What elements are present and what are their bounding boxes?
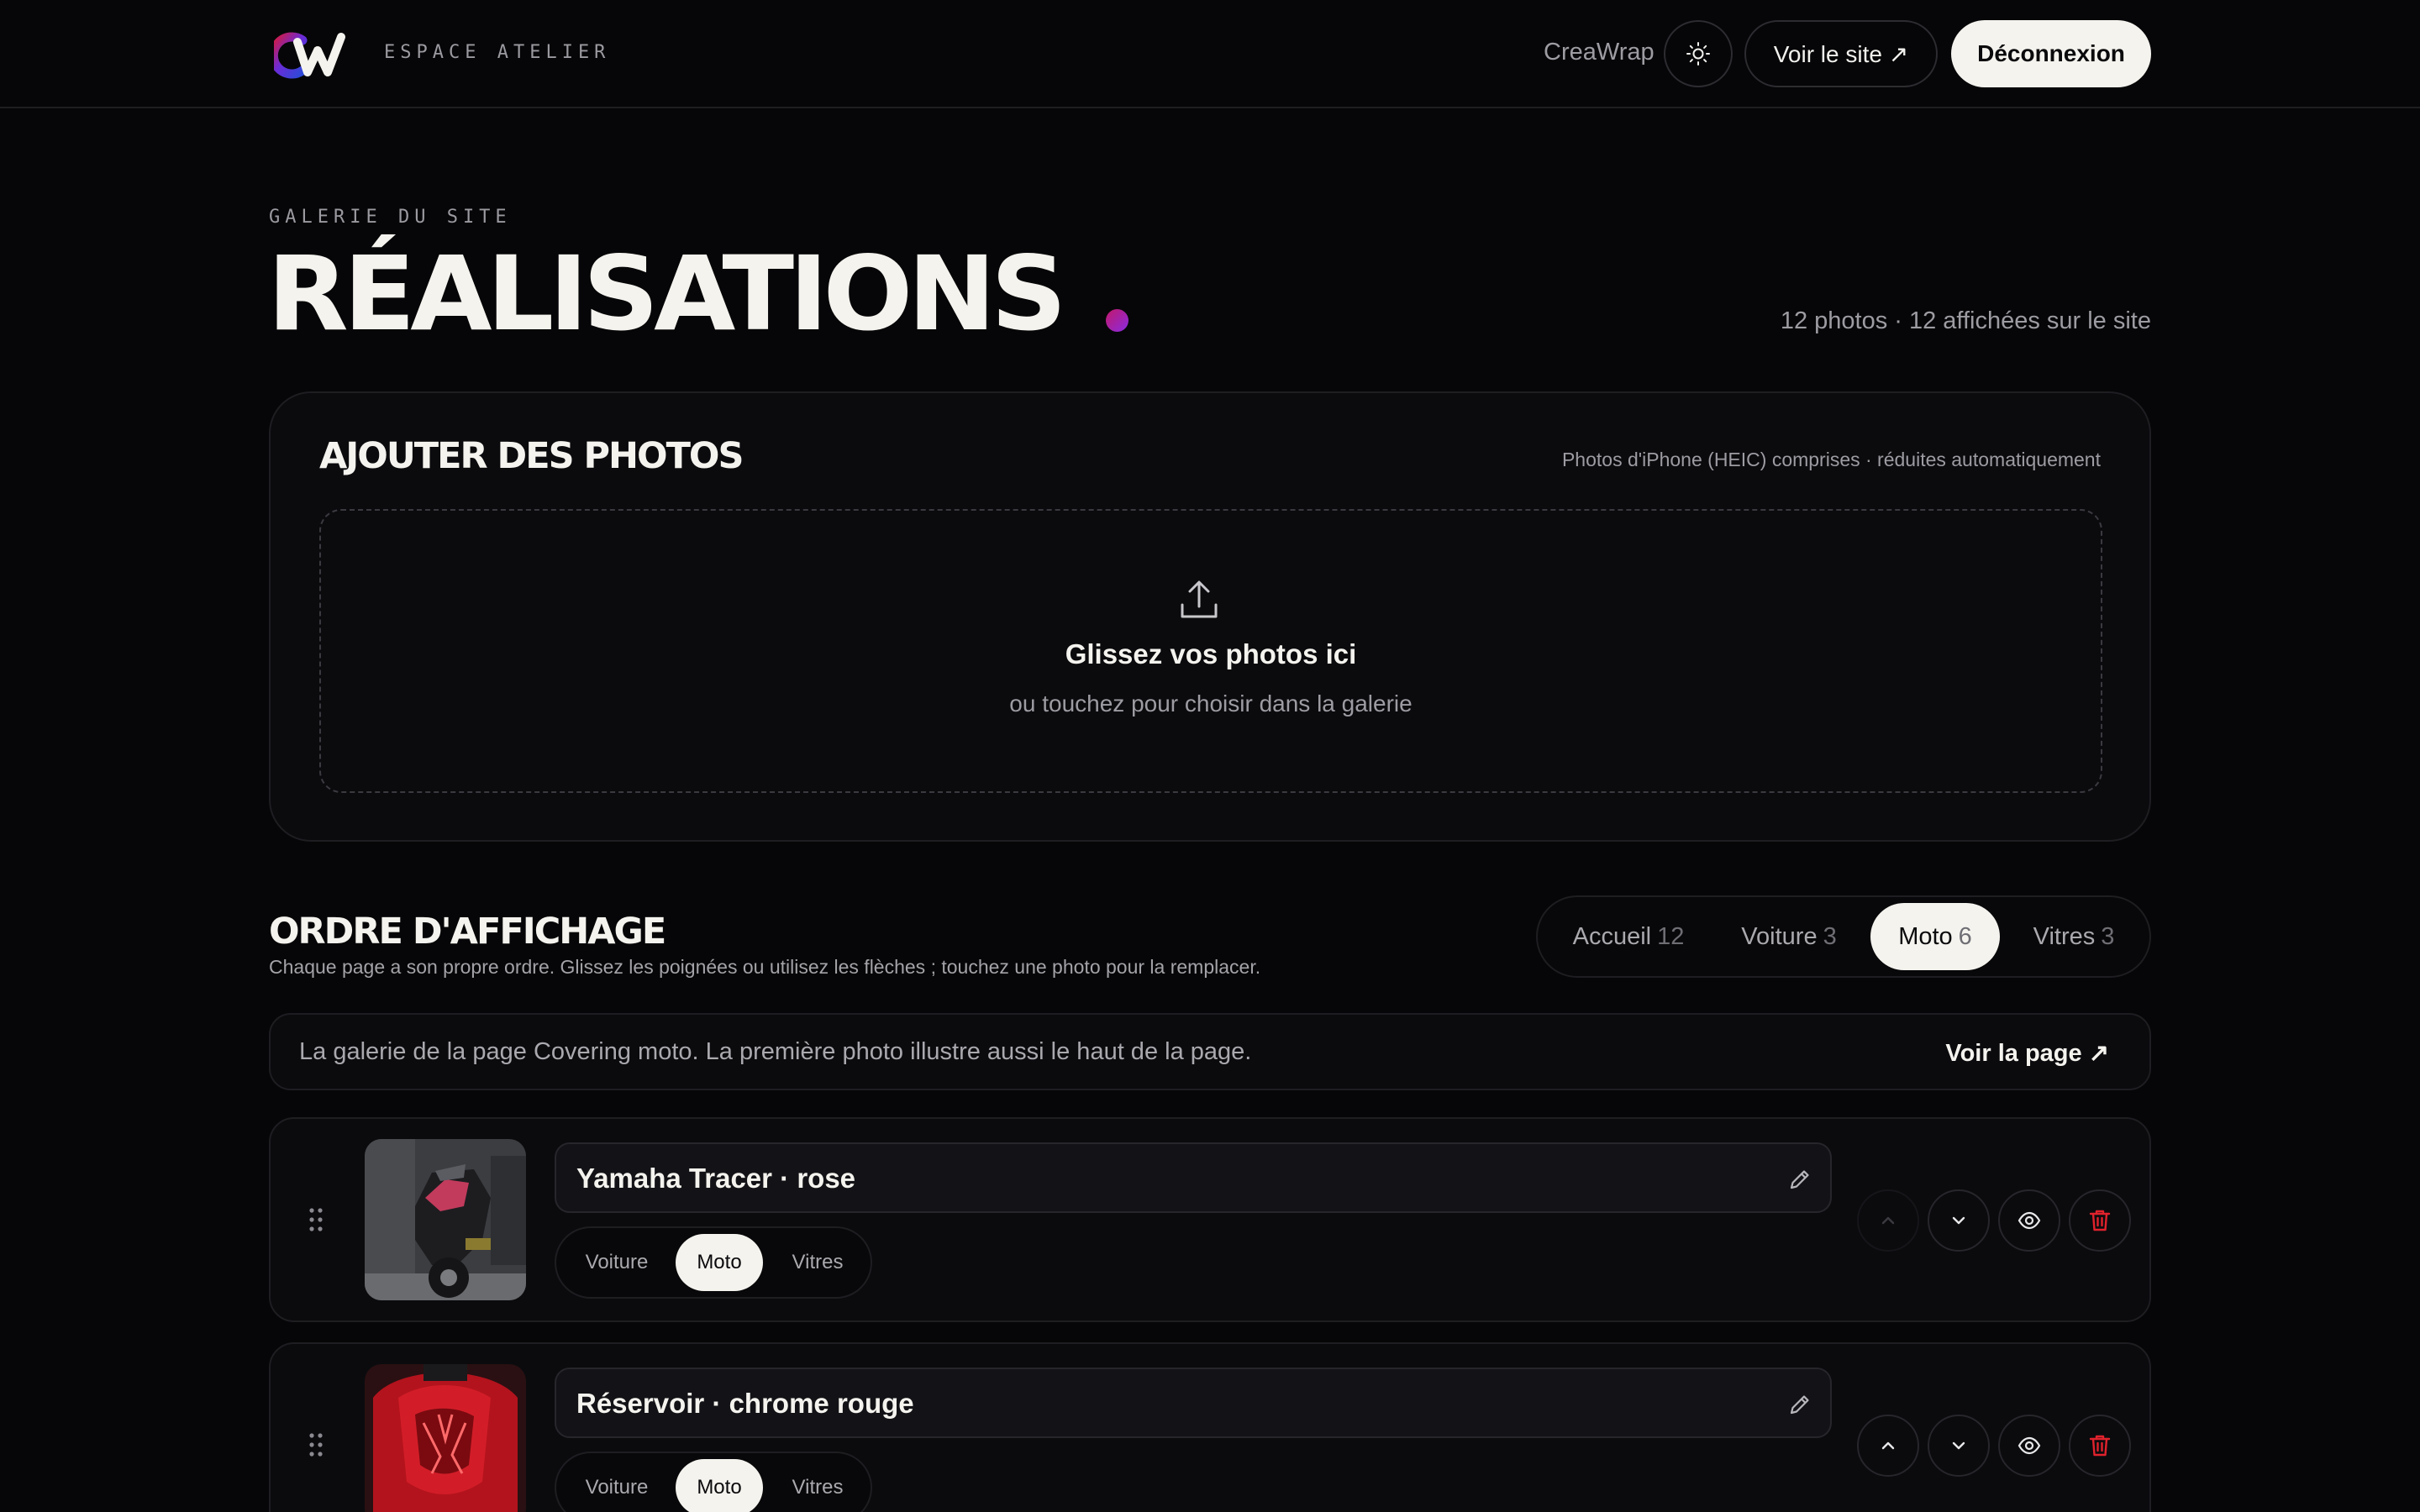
delete-button[interactable]	[2069, 1189, 2131, 1252]
category-label: Moto	[697, 1251, 742, 1273]
category-moto[interactable]: Moto	[676, 1459, 763, 1512]
chevron-down-icon	[1952, 1441, 1965, 1450]
drag-handle-icon[interactable]	[309, 1433, 323, 1457]
trash-icon	[2089, 1210, 2111, 1231]
photo-count: 12 photos · 12 affichées sur le site	[1780, 307, 2151, 334]
photo-dropzone[interactable]: Glissez vos photos ici ou touchez pour c…	[319, 509, 2102, 793]
category-vitres[interactable]: Vitres	[771, 1459, 864, 1512]
photo-thumbnail[interactable]	[365, 1139, 526, 1300]
tab-count: 6	[1958, 922, 1972, 950]
upload-title: AJOUTER DES PHOTOS	[319, 435, 744, 477]
category-moto[interactable]: Moto	[676, 1234, 763, 1291]
view-page-link[interactable]: Voir la page ↗	[1945, 1038, 2109, 1068]
page-title: RÉALISATIONS	[267, 234, 1067, 354]
tab-label: Voiture	[1741, 922, 1818, 950]
page-tabs: Accueil 12 Voiture 3 Moto 6 Vitres 3	[1536, 895, 2151, 978]
page-info-bar: La galerie de la page Covering moto. La …	[269, 1013, 2151, 1090]
photo-row: Yamaha Tracer · rose Voiture Moto Vitres	[269, 1117, 2151, 1322]
photo-name-field[interactable]: Réservoir · chrome rouge	[555, 1368, 1832, 1438]
order-subtitle: Chaque page a son propre ordre. Glissez …	[269, 956, 1261, 978]
trash-icon	[2089, 1435, 2111, 1457]
move-down-button[interactable]	[1928, 1415, 1990, 1477]
visibility-toggle-button[interactable]	[1998, 1415, 2060, 1477]
category-selector: Voiture Moto Vitres	[555, 1452, 872, 1512]
tab-count: 3	[1823, 922, 1837, 950]
creawrap-logo[interactable]	[274, 32, 350, 79]
tab-accueil[interactable]: Accueil 12	[1553, 903, 1704, 970]
category-label: Vitres	[792, 1476, 844, 1499]
tab-moto[interactable]: Moto 6	[1870, 903, 2000, 970]
category-vitres[interactable]: Vitres	[771, 1234, 864, 1291]
category-label: Vitres	[792, 1251, 844, 1273]
visibility-toggle-button[interactable]	[1998, 1189, 2060, 1252]
view-site-label: Voir le site ↗	[1773, 40, 1909, 67]
tab-vitres[interactable]: Vitres 3	[2010, 903, 2138, 970]
photo-name: Yamaha Tracer · rose	[576, 1163, 856, 1194]
sun-icon	[1686, 42, 1710, 66]
top-bar: ESPACE ATELIER CreaWrap Voir le site ↗ D…	[0, 0, 2420, 108]
upload-card: AJOUTER DES PHOTOS Photos d'iPhone (HEIC…	[269, 391, 2151, 842]
photo-row: Réservoir · chrome rouge Voiture Moto Vi…	[269, 1342, 2151, 1512]
category-selector: Voiture Moto Vitres	[555, 1226, 872, 1299]
theme-toggle-button[interactable]	[1664, 20, 1733, 87]
chevron-down-icon	[1952, 1216, 1965, 1225]
page-info-text: La galerie de la page Covering moto. La …	[299, 1038, 1252, 1065]
eye-icon	[2018, 1211, 2041, 1230]
eye-icon	[2018, 1436, 2041, 1455]
site-name: CreaWrap	[1544, 39, 1655, 66]
tab-count: 12	[1657, 922, 1685, 950]
category-label: Voiture	[585, 1476, 649, 1499]
drag-handle-icon[interactable]	[309, 1208, 323, 1231]
category-voiture[interactable]: Voiture	[565, 1459, 669, 1512]
photo-name-field[interactable]: Yamaha Tracer · rose	[555, 1142, 1832, 1213]
chevron-up-icon	[1881, 1216, 1895, 1225]
upload-hint: Photos d'iPhone (HEIC) comprises · rédui…	[1561, 449, 2101, 470]
tab-voiture[interactable]: Voiture 3	[1718, 903, 1860, 970]
title-accent-dot	[1106, 309, 1128, 332]
category-label: Voiture	[585, 1251, 649, 1273]
pencil-icon[interactable]	[1788, 1168, 1812, 1191]
tab-label: Moto	[1898, 922, 1953, 950]
order-title: ORDRE D'AFFICHAGE	[269, 911, 666, 953]
category-label: Moto	[697, 1476, 742, 1499]
view-site-button[interactable]: Voir le site ↗	[1744, 20, 1938, 87]
page-eyebrow: GALERIE DU SITE	[269, 207, 512, 228]
photo-thumbnail[interactable]	[365, 1364, 526, 1512]
photo-name: Réservoir · chrome rouge	[576, 1388, 914, 1419]
tab-label: Accueil	[1572, 922, 1652, 950]
dropzone-title: Glissez vos photos ici	[1065, 638, 1357, 669]
tab-count: 3	[2101, 922, 2115, 950]
brand-subtitle: ESPACE ATELIER	[384, 42, 611, 63]
chevron-up-icon	[1881, 1441, 1895, 1450]
logout-button[interactable]: Déconnexion	[1951, 20, 2151, 87]
move-up-button[interactable]	[1857, 1415, 1919, 1477]
delete-button[interactable]	[2069, 1415, 2131, 1477]
pencil-icon[interactable]	[1788, 1393, 1812, 1416]
upload-icon	[1181, 580, 1218, 618]
logout-label: Déconnexion	[1977, 40, 2125, 66]
category-voiture[interactable]: Voiture	[565, 1234, 669, 1291]
tab-label: Vitres	[2033, 922, 2096, 950]
dropzone-subtitle: ou touchez pour choisir dans la galerie	[1009, 690, 1413, 717]
move-up-button[interactable]	[1857, 1189, 1919, 1252]
move-down-button[interactable]	[1928, 1189, 1990, 1252]
